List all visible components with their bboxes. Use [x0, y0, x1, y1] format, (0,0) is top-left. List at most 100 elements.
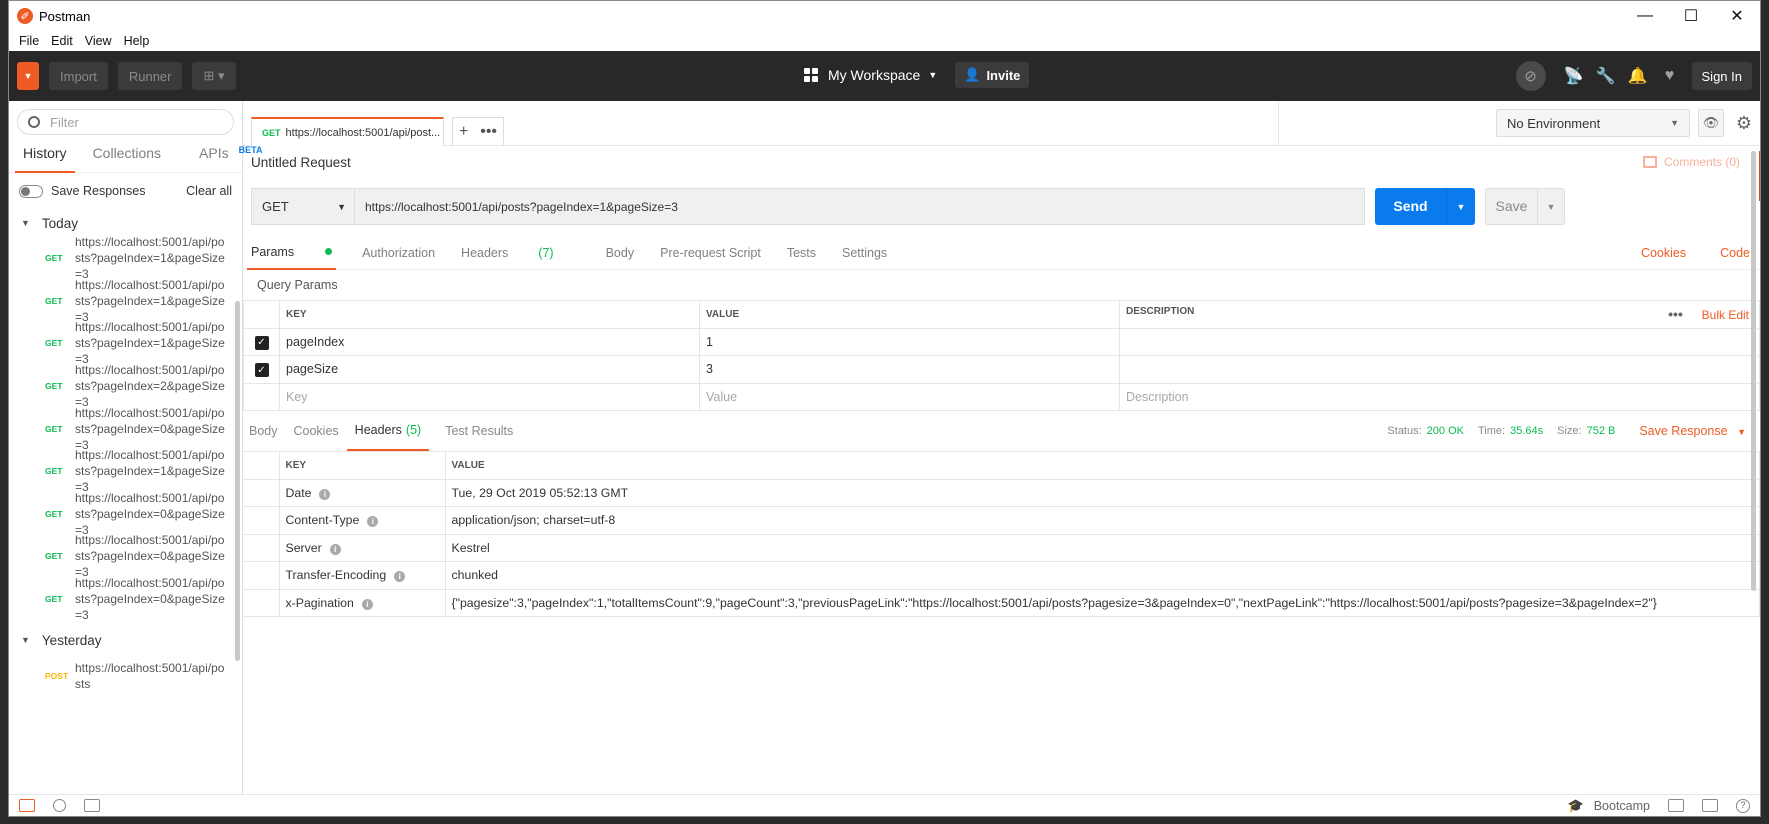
info-icon[interactable]: i — [361, 598, 373, 610]
info-icon[interactable]: i — [394, 571, 406, 583]
runner-button[interactable]: Runner — [117, 62, 183, 90]
tab-test-results[interactable]: Test Results — [445, 411, 513, 451]
new-dropdown-icon[interactable]: ▼ — [17, 71, 39, 81]
param-key-cell[interactable]: pageSize — [279, 355, 700, 384]
status-value[interactable]: 200 OK — [1427, 425, 1464, 437]
save-dropdown-icon[interactable]: ▼ — [1538, 202, 1564, 212]
info-icon[interactable]: i — [329, 543, 341, 555]
url-input[interactable]: https://localhost:5001/api/posts?pageInd… — [355, 188, 1365, 225]
send-button[interactable]: Send ▼ — [1375, 188, 1475, 225]
request-tab[interactable]: GET https://localhost:5001/api/post... — [251, 117, 444, 146]
tab-tests[interactable]: Tests — [787, 236, 816, 270]
header-key-cell: Date i — [278, 478, 446, 507]
sync-off-icon[interactable]: ⊘ — [1515, 61, 1546, 91]
tab-params-label: Params — [251, 244, 295, 259]
history-item[interactable]: GET https://localhost:5001/api/posts?page… — [9, 235, 242, 281]
tab-params[interactable]: Params — [247, 236, 337, 270]
tab-authorization[interactable]: Authorization — [362, 236, 435, 270]
info-icon[interactable]: i — [319, 488, 331, 500]
save-button[interactable]: Save ▼ — [1485, 188, 1565, 225]
history-item[interactable]: GET https://localhost:5001/api/posts?page… — [9, 320, 242, 366]
checkbox-checked-icon[interactable]: ✓ — [254, 363, 269, 377]
bell-icon[interactable]: 🔔 — [1622, 66, 1654, 86]
tab-response-body[interactable]: Body — [249, 411, 278, 451]
maximize-icon[interactable]: ☐ — [1668, 1, 1714, 31]
tab-prerequest-script[interactable]: Pre-request Script — [660, 236, 761, 270]
tab-response-cookies[interactable]: Cookies — [294, 411, 339, 451]
history-item[interactable]: GET https://localhost:5001/api/posts?page… — [9, 491, 242, 537]
time-label: Time: — [1477, 425, 1506, 437]
filter-input[interactable]: Filter — [17, 109, 234, 135]
param-description-cell[interactable] — [1119, 327, 1760, 356]
heart-icon[interactable]: ♥ — [1654, 67, 1686, 85]
two-pane-icon[interactable] — [1668, 799, 1684, 812]
param-value-cell[interactable]: 3 — [699, 355, 1120, 384]
tab-headers[interactable]: Headers (7) — [461, 236, 580, 270]
wrench-icon[interactable]: 🔧 — [1590, 66, 1622, 86]
sidebar-toggle-icon[interactable] — [19, 799, 35, 812]
method-select[interactable]: GET ▼ — [251, 188, 355, 225]
close-icon[interactable]: ✕ — [1714, 1, 1760, 31]
time-value[interactable]: 35.64s — [1510, 425, 1543, 437]
param-value-cell[interactable]: 1 — [699, 327, 1120, 356]
menu-view[interactable]: View — [79, 34, 118, 48]
history-group-today[interactable]: ▼ Today — [9, 209, 242, 237]
sign-in-button[interactable]: Sign In — [1691, 62, 1752, 90]
more-tabs-icon[interactable]: ••• — [480, 123, 497, 141]
invite-button[interactable]: 👤 Invite — [955, 62, 1030, 88]
clear-all-button[interactable]: Clear all — [186, 184, 232, 198]
menu-edit[interactable]: Edit — [45, 34, 79, 48]
eye-icon[interactable]: 👁 — [1698, 109, 1724, 137]
find-icon[interactable] — [53, 799, 66, 812]
browse-icon[interactable] — [1702, 799, 1718, 812]
sidebar-scrollbar[interactable] — [235, 301, 240, 661]
tab-response-headers[interactable]: Headers (5) — [346, 411, 430, 451]
tab-settings[interactable]: Settings — [842, 236, 887, 270]
size-value[interactable]: 752 B — [1587, 425, 1616, 437]
request-title[interactable]: Untitled Request — [251, 155, 351, 170]
cookies-link[interactable]: Cookies — [1641, 236, 1686, 270]
param-description-cell[interactable] — [1119, 355, 1760, 384]
new-button[interactable]: + New ▼ — [17, 62, 1760, 201]
menu-help[interactable]: Help — [118, 34, 156, 48]
tab-collections[interactable]: Collections — [85, 145, 169, 173]
info-icon[interactable]: i — [367, 516, 379, 528]
tab-body[interactable]: Body — [606, 236, 635, 270]
history-today-list: GET https://localhost:5001/api/posts?page… — [9, 235, 242, 622]
history-group-yesterday[interactable]: ▼ Yesterday — [9, 626, 242, 654]
checkbox-checked-icon[interactable]: ✓ — [254, 335, 269, 350]
satellite-icon[interactable]: 📡 — [1558, 66, 1590, 86]
param-key-cell[interactable]: pageIndex — [279, 327, 700, 356]
new-window-button[interactable]: ⊞ ▾ — [192, 62, 236, 90]
new-description-input[interactable]: Description — [1119, 382, 1760, 411]
more-options-icon[interactable]: ••• — [1668, 306, 1683, 322]
minimize-icon[interactable]: — — [1622, 1, 1668, 31]
save-response-button[interactable]: Save Response ▼ — [1639, 424, 1746, 438]
code-link[interactable]: Code — [1720, 246, 1750, 260]
history-item[interactable]: GET https://localhost:5001/api/posts?page… — [9, 533, 242, 579]
import-button[interactable]: Import — [49, 62, 108, 90]
content-scrollbar[interactable] — [1751, 151, 1756, 591]
console-icon[interactable] — [84, 799, 100, 812]
workspace-switcher[interactable]: My Workspace ▼ 👤 Invite — [804, 62, 1030, 88]
tab-history[interactable]: History — [15, 145, 75, 173]
save-responses-toggle[interactable] — [19, 184, 43, 198]
history-item[interactable]: GET https://localhost:5001/api/posts?page… — [9, 576, 242, 622]
history-item[interactable]: POST https://localhost:5001/api/posts — [9, 654, 242, 697]
history-item[interactable]: GET https://localhost:5001/api/posts?page… — [9, 278, 242, 324]
new-key-input[interactable]: Key — [279, 382, 700, 411]
environment-select[interactable]: No Environment ▼ — [1496, 109, 1690, 137]
menu-file[interactable]: File — [13, 34, 45, 48]
add-tab-icon[interactable]: + — [459, 123, 468, 141]
help-icon[interactable]: ? — [1736, 798, 1750, 813]
history-item[interactable]: GET https://localhost:5001/api/posts?page… — [9, 406, 242, 452]
new-value-input[interactable]: Value — [699, 382, 1120, 411]
history-item[interactable]: GET https://localhost:5001/api/posts?page… — [9, 363, 242, 409]
history-item[interactable]: GET https://localhost:5001/api/posts?page… — [9, 448, 242, 494]
comments-button[interactable]: Comments (0) — [1642, 155, 1740, 169]
bulk-edit-link[interactable]: Bulk Edit — [1702, 308, 1749, 322]
postman-logo-icon: ✐ — [17, 8, 33, 24]
bootcamp-button[interactable]: 🎓 Bootcamp — [1568, 798, 1650, 814]
gear-icon[interactable]: ⚙ — [1730, 109, 1758, 137]
send-dropdown-icon[interactable]: ▼ — [1447, 202, 1475, 212]
